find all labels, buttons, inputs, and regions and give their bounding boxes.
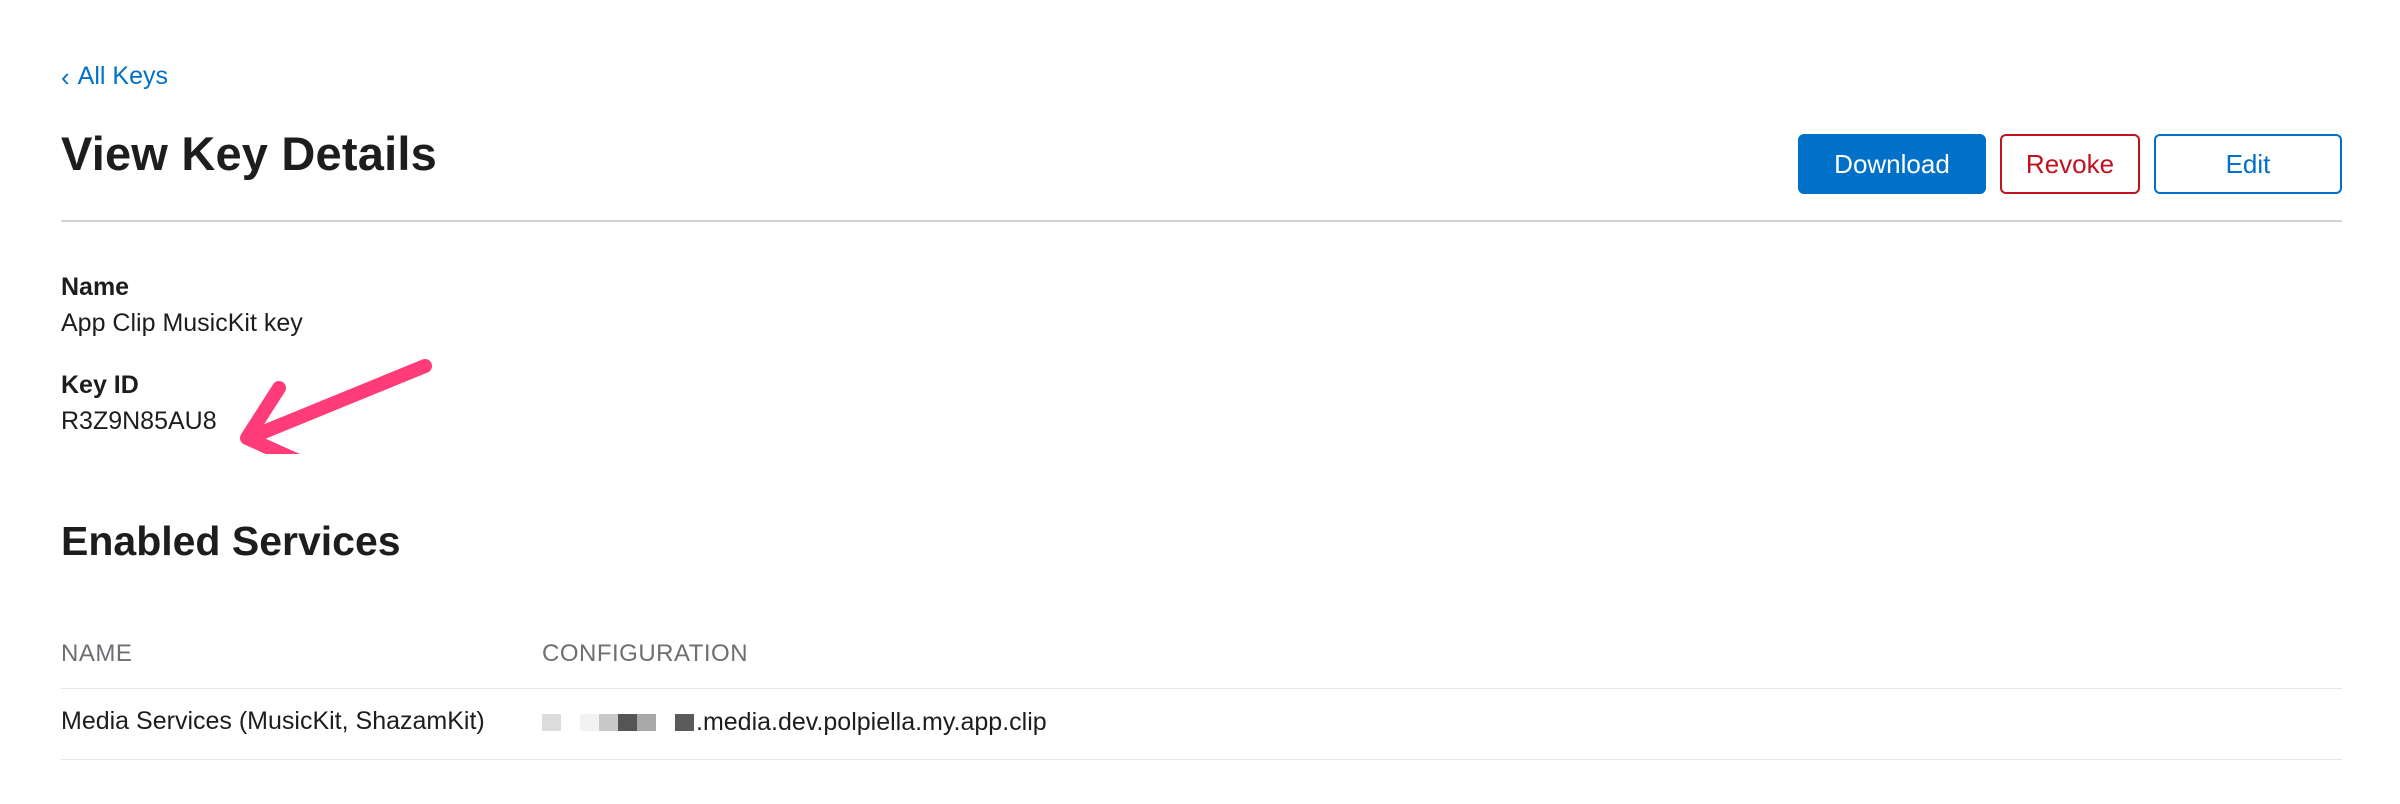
- key-id-value: R3Z9N85AU8: [61, 407, 217, 435]
- column-header-name: NAME: [61, 640, 133, 667]
- name-label: Name: [61, 273, 130, 301]
- column-header-configuration: CONFIGURATION: [542, 640, 749, 667]
- service-name-cell: Media Services (MusicKit, ShazamKit): [61, 707, 485, 735]
- header-actions: Download Revoke Edit: [1798, 134, 2342, 194]
- back-to-all-keys-link[interactable]: ‹ All Keys: [61, 62, 168, 91]
- redacted-pixelation: [542, 713, 694, 731]
- annotation-arrow-icon: [240, 359, 432, 454]
- edit-button[interactable]: Edit: [2154, 134, 2342, 194]
- revoke-button[interactable]: Revoke: [2000, 134, 2140, 194]
- name-value: App Clip MusicKit key: [61, 309, 303, 337]
- configuration-bundle-suffix: .media.dev.polpiella.my.app.clip: [696, 707, 1047, 736]
- chevron-left-icon: ‹: [61, 61, 70, 92]
- services-table: NAME CONFIGURATION Media Services (Music…: [61, 630, 2342, 760]
- back-link-label: All Keys: [77, 62, 168, 90]
- table-row: Media Services (MusicKit, ShazamKit) .me…: [61, 689, 2342, 760]
- key-details-page: ‹ All Keys View Key Details Download Rev…: [61, 0, 2342, 804]
- key-id-label: Key ID: [61, 371, 139, 399]
- service-configuration-cell: .media.dev.polpiella.my.app.clip: [542, 707, 1047, 737]
- enabled-services-title: Enabled Services: [61, 518, 401, 564]
- download-button[interactable]: Download: [1798, 134, 1986, 194]
- header-divider: [61, 220, 2342, 222]
- services-table-header: NAME CONFIGURATION: [61, 630, 2342, 689]
- page-title: View Key Details: [61, 127, 437, 180]
